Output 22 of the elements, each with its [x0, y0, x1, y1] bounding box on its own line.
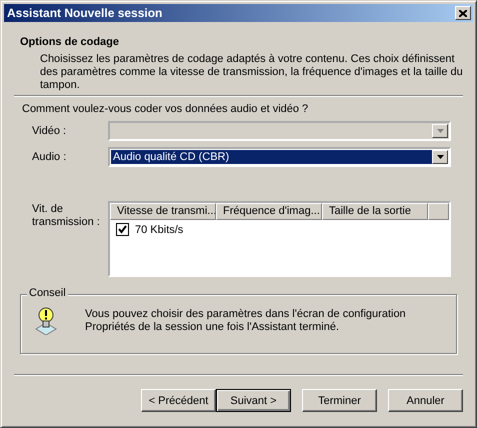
list-cell: 70 Kbits/s	[135, 224, 184, 236]
question-text: Comment voulez-vous coder vos données audio et vidéo ?	[22, 103, 310, 115]
field-label: Vit. de transmission :	[31, 202, 101, 230]
group-title: Conseil	[27, 287, 68, 299]
page-description: Choisissez les paramètres de codage adaptés à votre contenu. Ces choix définissent des paramètres comme la vitesse de transmission, la fréquence d'images et la taille du tampon.	[40, 53, 464, 92]
column-header[interactable]: Taille de la sortie	[322, 203, 428, 220]
wizard-button[interactable]: < Précédent	[141, 389, 216, 412]
dropdown[interactable]: Audio qualité CD (CBR)	[108, 147, 451, 167]
lightbulb-icon	[35, 307, 57, 335]
tip-text: Vous pouvez choisir des paramètres dans l'écran de configuration Propriétés de la session une fois l'Assistant terminé.	[85, 308, 406, 334]
wizard-button[interactable]: Annuler	[388, 389, 463, 412]
page-title: Options de codage	[20, 36, 120, 48]
dropdown-value: Audio qualité CD (CBR)	[111, 150, 432, 164]
wizard-button[interactable]: Terminer	[302, 389, 377, 412]
close-button[interactable]	[455, 6, 471, 20]
field-label: Vidéo :	[31, 125, 68, 137]
field-label: Audio :	[31, 151, 68, 163]
window-title: Assistant Nouvelle session	[7, 6, 162, 20]
close-icon	[459, 10, 467, 16]
wizard-button[interactable]: Suivant >	[216, 389, 291, 412]
checkbox[interactable]	[116, 223, 129, 236]
column-header[interactable]: Fréquence d'imag...	[216, 203, 322, 220]
